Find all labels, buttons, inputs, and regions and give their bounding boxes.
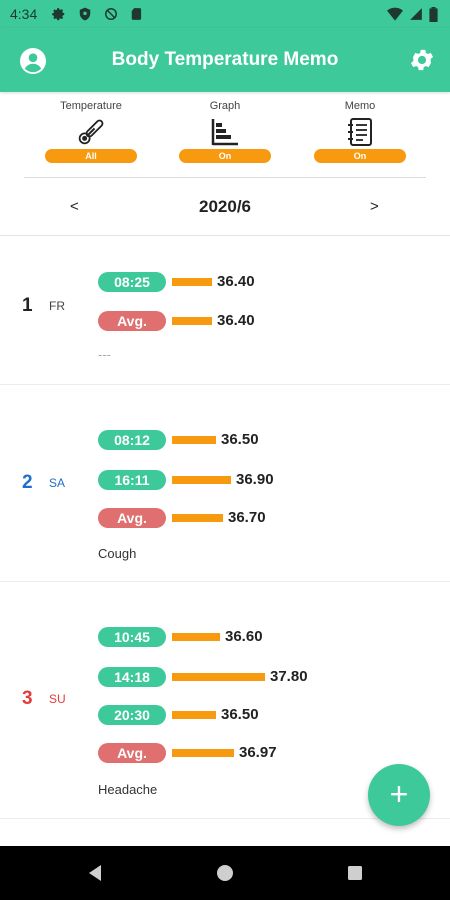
temp-bar [172, 476, 231, 484]
battery-icon [429, 6, 438, 22]
day-memo: Headache [98, 782, 158, 797]
sd-card-icon [131, 8, 142, 20]
month-navigation: < 2020/6 > [0, 180, 450, 236]
reading-time-tag: 10:45 [98, 627, 166, 647]
temp-bar [172, 749, 234, 757]
day-number: 1 [22, 295, 33, 316]
temp-bar [172, 317, 212, 325]
recents-icon[interactable] [345, 863, 365, 883]
toggle-graph-label: Graph [209, 100, 241, 112]
toggle-memo[interactable]: Memo On [314, 96, 406, 163]
toggle-memo-label: Memo [344, 100, 376, 112]
shield-icon [79, 7, 91, 21]
app-bar: Body Temperature Memo [0, 28, 450, 92]
toggle-graph[interactable]: Graph On [179, 96, 271, 163]
temp-value: 36.60 [225, 628, 263, 645]
notepad-icon [348, 118, 372, 146]
day-weekday: SA [49, 476, 66, 490]
reading-avg-tag: Avg. [98, 311, 166, 331]
reading-time-tag: 14:18 [98, 667, 166, 687]
temp-bar [172, 436, 216, 444]
reading-time-tag: 20:30 [98, 705, 166, 725]
app-title: Body Temperature Memo [111, 49, 339, 70]
day-entry-2[interactable]: 2 SA 08:12 36.50 16:11 36.90 Avg. 36.70 … [0, 386, 450, 582]
cell-signal-icon [410, 8, 422, 20]
reading-avg-tag: Avg. [98, 508, 166, 528]
temp-bar [172, 278, 212, 286]
temp-bar [172, 633, 220, 641]
toggle-temperature-label: Temperature [60, 100, 122, 112]
wifi-icon [387, 7, 403, 21]
current-month: 2020/6 [199, 197, 251, 216]
day-weekday: FR [49, 299, 65, 313]
temp-value: 36.90 [236, 471, 274, 488]
temp-value: 36.97 [239, 744, 277, 761]
temp-value: 36.40 [217, 312, 255, 329]
temp-bar [172, 673, 265, 681]
temp-value: 36.50 [221, 706, 259, 723]
day-memo: Cough [98, 546, 137, 561]
system-nav-bar [0, 846, 450, 900]
gear-icon [52, 8, 65, 21]
day-weekday: SU [49, 692, 66, 706]
status-time: 4:34 [10, 6, 38, 22]
home-icon[interactable] [215, 863, 235, 883]
toggle-graph-value: On [179, 149, 271, 163]
temp-value: 37.80 [270, 668, 308, 685]
status-bar: 4:34 [0, 0, 450, 28]
reading-time-tag: 16:11 [98, 470, 166, 490]
toggle-memo-value: On [314, 149, 406, 163]
reading-time-tag: 08:25 [98, 272, 166, 292]
temp-bar [172, 711, 216, 719]
reading-avg-tag: Avg. [98, 743, 166, 763]
day-entry-1[interactable]: 1 FR 08:25 36.40 Avg. 36.40 --- [0, 237, 450, 385]
day-number: 2 [22, 472, 33, 493]
thermometer-icon [78, 119, 104, 145]
plus-icon: + [389, 776, 409, 812]
settings-gear-icon[interactable] [408, 46, 436, 74]
next-month-button[interactable]: > [370, 198, 379, 215]
back-icon[interactable] [85, 863, 105, 883]
day-number: 3 [22, 688, 33, 709]
temp-value: 36.50 [221, 431, 259, 448]
bar-chart-icon [211, 119, 238, 146]
no-sync-icon [105, 8, 117, 20]
reading-time-tag: 08:12 [98, 430, 166, 450]
day-memo: --- [98, 347, 111, 362]
temp-value: 36.70 [228, 509, 266, 526]
temp-value: 36.40 [217, 273, 255, 290]
temp-bar [172, 514, 223, 522]
toggle-temperature-value: All [45, 149, 137, 163]
add-entry-button[interactable]: + [368, 764, 430, 826]
toggle-temperature[interactable]: Temperature All [45, 96, 137, 163]
display-toggles: Temperature All Graph On Memo On [24, 96, 426, 178]
